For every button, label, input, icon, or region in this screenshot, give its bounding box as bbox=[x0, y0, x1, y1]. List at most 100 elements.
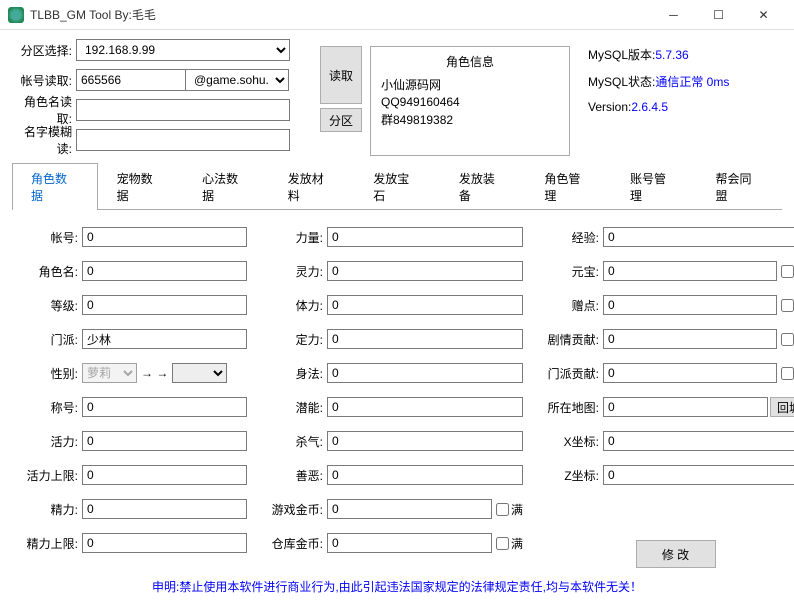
chk-gold-full[interactable] bbox=[496, 503, 509, 516]
lbl-potential: 潜能: bbox=[267, 399, 323, 416]
lbl-account: 帐号: bbox=[22, 229, 78, 246]
disclaimer: 申明:禁止使用本软件进行商业行为,由此引起违法国家规定的法律规定责任,均与本软件… bbox=[12, 574, 782, 599]
field-bank[interactable] bbox=[327, 533, 492, 553]
tab-role-data[interactable]: 角色数据 bbox=[12, 163, 98, 210]
field-z[interactable] bbox=[603, 465, 794, 485]
lbl-con: 体力: bbox=[267, 297, 323, 314]
minimize-button[interactable]: ─ bbox=[651, 0, 696, 30]
role-info-box: 角色信息 小仙源码网 QQ949160464 群849819382 bbox=[370, 46, 570, 156]
field-gift[interactable] bbox=[603, 295, 777, 315]
lbl-sha: 杀气: bbox=[267, 433, 323, 450]
mysql-state-label: MySQL状态: bbox=[588, 75, 655, 89]
region-select[interactable]: 192.168.9.99 bbox=[76, 39, 290, 61]
window-title: TLBB_GM Tool By:毛毛 bbox=[30, 6, 651, 23]
field-good[interactable] bbox=[327, 465, 523, 485]
back-city-button[interactable]: 回城 bbox=[770, 397, 794, 417]
rolename-label: 角色名读取: bbox=[12, 93, 72, 127]
lbl-spirit: 灵力: bbox=[267, 263, 323, 280]
chk-gift-full[interactable] bbox=[781, 299, 794, 312]
field-map[interactable] bbox=[603, 397, 768, 417]
close-button[interactable]: ✕ bbox=[741, 0, 786, 30]
lbl-vigor: 活力: bbox=[22, 433, 78, 450]
account-input[interactable] bbox=[76, 69, 186, 91]
field-gold[interactable] bbox=[327, 499, 492, 519]
lbl-vigor-max: 活力上限: bbox=[22, 467, 78, 484]
field-x[interactable] bbox=[603, 431, 794, 451]
read-button[interactable]: 读取 bbox=[320, 46, 362, 104]
info-line: 小仙源码网 bbox=[377, 76, 563, 93]
info-line: QQ949160464 bbox=[377, 95, 563, 109]
field-potential[interactable] bbox=[327, 397, 523, 417]
fuzzy-input[interactable] bbox=[76, 129, 290, 151]
account-domain-select[interactable]: @game.sohu.com bbox=[185, 69, 289, 91]
lbl-drama: 剧情贡献: bbox=[543, 331, 599, 348]
mysql-ver-label: MySQL版本: bbox=[588, 48, 655, 62]
field-sha[interactable] bbox=[327, 431, 523, 451]
tab-xinfa[interactable]: 心法数据 bbox=[183, 163, 269, 210]
field-energy[interactable] bbox=[82, 499, 247, 519]
field-vigor[interactable] bbox=[82, 431, 247, 451]
version: 2.6.4.5 bbox=[631, 100, 668, 114]
field-con[interactable] bbox=[327, 295, 523, 315]
lbl-faction: 门派: bbox=[22, 331, 78, 348]
tab-bar: 角色数据 宠物数据 心法数据 发放材料 发放宝石 发放装备 角色管理 账号管理 … bbox=[12, 162, 782, 210]
chk-drama-full[interactable] bbox=[781, 333, 794, 346]
title-bar: TLBB_GM Tool By:毛毛 ─ ☐ ✕ bbox=[0, 0, 794, 30]
account-label: 帐号读取: bbox=[12, 72, 72, 89]
field-level[interactable] bbox=[82, 295, 247, 315]
field-account[interactable] bbox=[82, 227, 247, 247]
partition-button[interactable]: 分区 bbox=[320, 108, 362, 132]
lbl-exp: 经验: bbox=[543, 229, 599, 246]
tab-gem[interactable]: 发放宝石 bbox=[354, 163, 440, 210]
tab-material[interactable]: 发放材料 bbox=[269, 163, 355, 210]
tab-guild[interactable]: 帮会同盟 bbox=[697, 163, 783, 210]
info-header: 角色信息 bbox=[377, 53, 563, 70]
field-str[interactable] bbox=[327, 227, 523, 247]
lbl-good: 善恶: bbox=[267, 467, 323, 484]
field-vigor-max[interactable] bbox=[82, 465, 247, 485]
fuzzy-label: 名字模糊读: bbox=[12, 123, 72, 157]
tab-acct-mgmt[interactable]: 账号管理 bbox=[611, 163, 697, 210]
chk-faction-full[interactable] bbox=[781, 367, 794, 380]
field-faction[interactable] bbox=[82, 329, 247, 349]
field-agi[interactable] bbox=[327, 363, 523, 383]
field-sex[interactable]: 萝莉 bbox=[82, 363, 137, 383]
lbl-agi: 身法: bbox=[267, 365, 323, 382]
field-drama[interactable] bbox=[603, 329, 777, 349]
lbl-energy: 精力: bbox=[22, 501, 78, 518]
tab-role-mgmt[interactable]: 角色管理 bbox=[525, 163, 611, 210]
mysql-ver: 5.7.36 bbox=[655, 48, 688, 62]
lbl-title: 称号: bbox=[22, 399, 78, 416]
lbl-bank: 仓库金币: bbox=[267, 535, 323, 552]
tab-pet-data[interactable]: 宠物数据 bbox=[98, 163, 184, 210]
chk-bank-full[interactable] bbox=[496, 537, 509, 550]
field-yuanbao[interactable] bbox=[603, 261, 777, 281]
lbl-faction-contrib: 门派贡献: bbox=[543, 365, 599, 382]
lbl-gold: 游戏金币: bbox=[267, 501, 323, 518]
version-label: Version: bbox=[588, 100, 631, 114]
field-spirit[interactable] bbox=[327, 261, 523, 281]
lbl-energy-max: 精力上限: bbox=[22, 535, 78, 552]
field-faction-contrib[interactable] bbox=[603, 363, 777, 383]
mysql-state: 通信正常 0ms bbox=[655, 75, 729, 89]
lbl-calm: 定力: bbox=[267, 331, 323, 348]
field-exp[interactable] bbox=[603, 227, 794, 247]
lbl-sex: 性别: bbox=[22, 365, 78, 382]
tab-equip[interactable]: 发放装备 bbox=[440, 163, 526, 210]
lbl-rolename: 角色名: bbox=[22, 263, 78, 280]
arrow-icon: → → bbox=[141, 366, 168, 380]
field-title[interactable] bbox=[82, 397, 247, 417]
lbl-map: 所在地图: bbox=[543, 399, 599, 416]
app-icon bbox=[8, 7, 24, 23]
maximize-button[interactable]: ☐ bbox=[696, 0, 741, 30]
field-rolename[interactable] bbox=[82, 261, 247, 281]
rolename-input[interactable] bbox=[76, 99, 290, 121]
region-label: 分区选择: bbox=[12, 42, 72, 59]
field-sex-to[interactable] bbox=[172, 363, 227, 383]
field-calm[interactable] bbox=[327, 329, 523, 349]
lbl-level: 等级: bbox=[22, 297, 78, 314]
field-energy-max[interactable] bbox=[82, 533, 247, 553]
chk-yuanbao-full[interactable] bbox=[781, 265, 794, 278]
modify-button[interactable]: 修 改 bbox=[636, 540, 716, 568]
lbl-gift: 赠点: bbox=[543, 297, 599, 314]
